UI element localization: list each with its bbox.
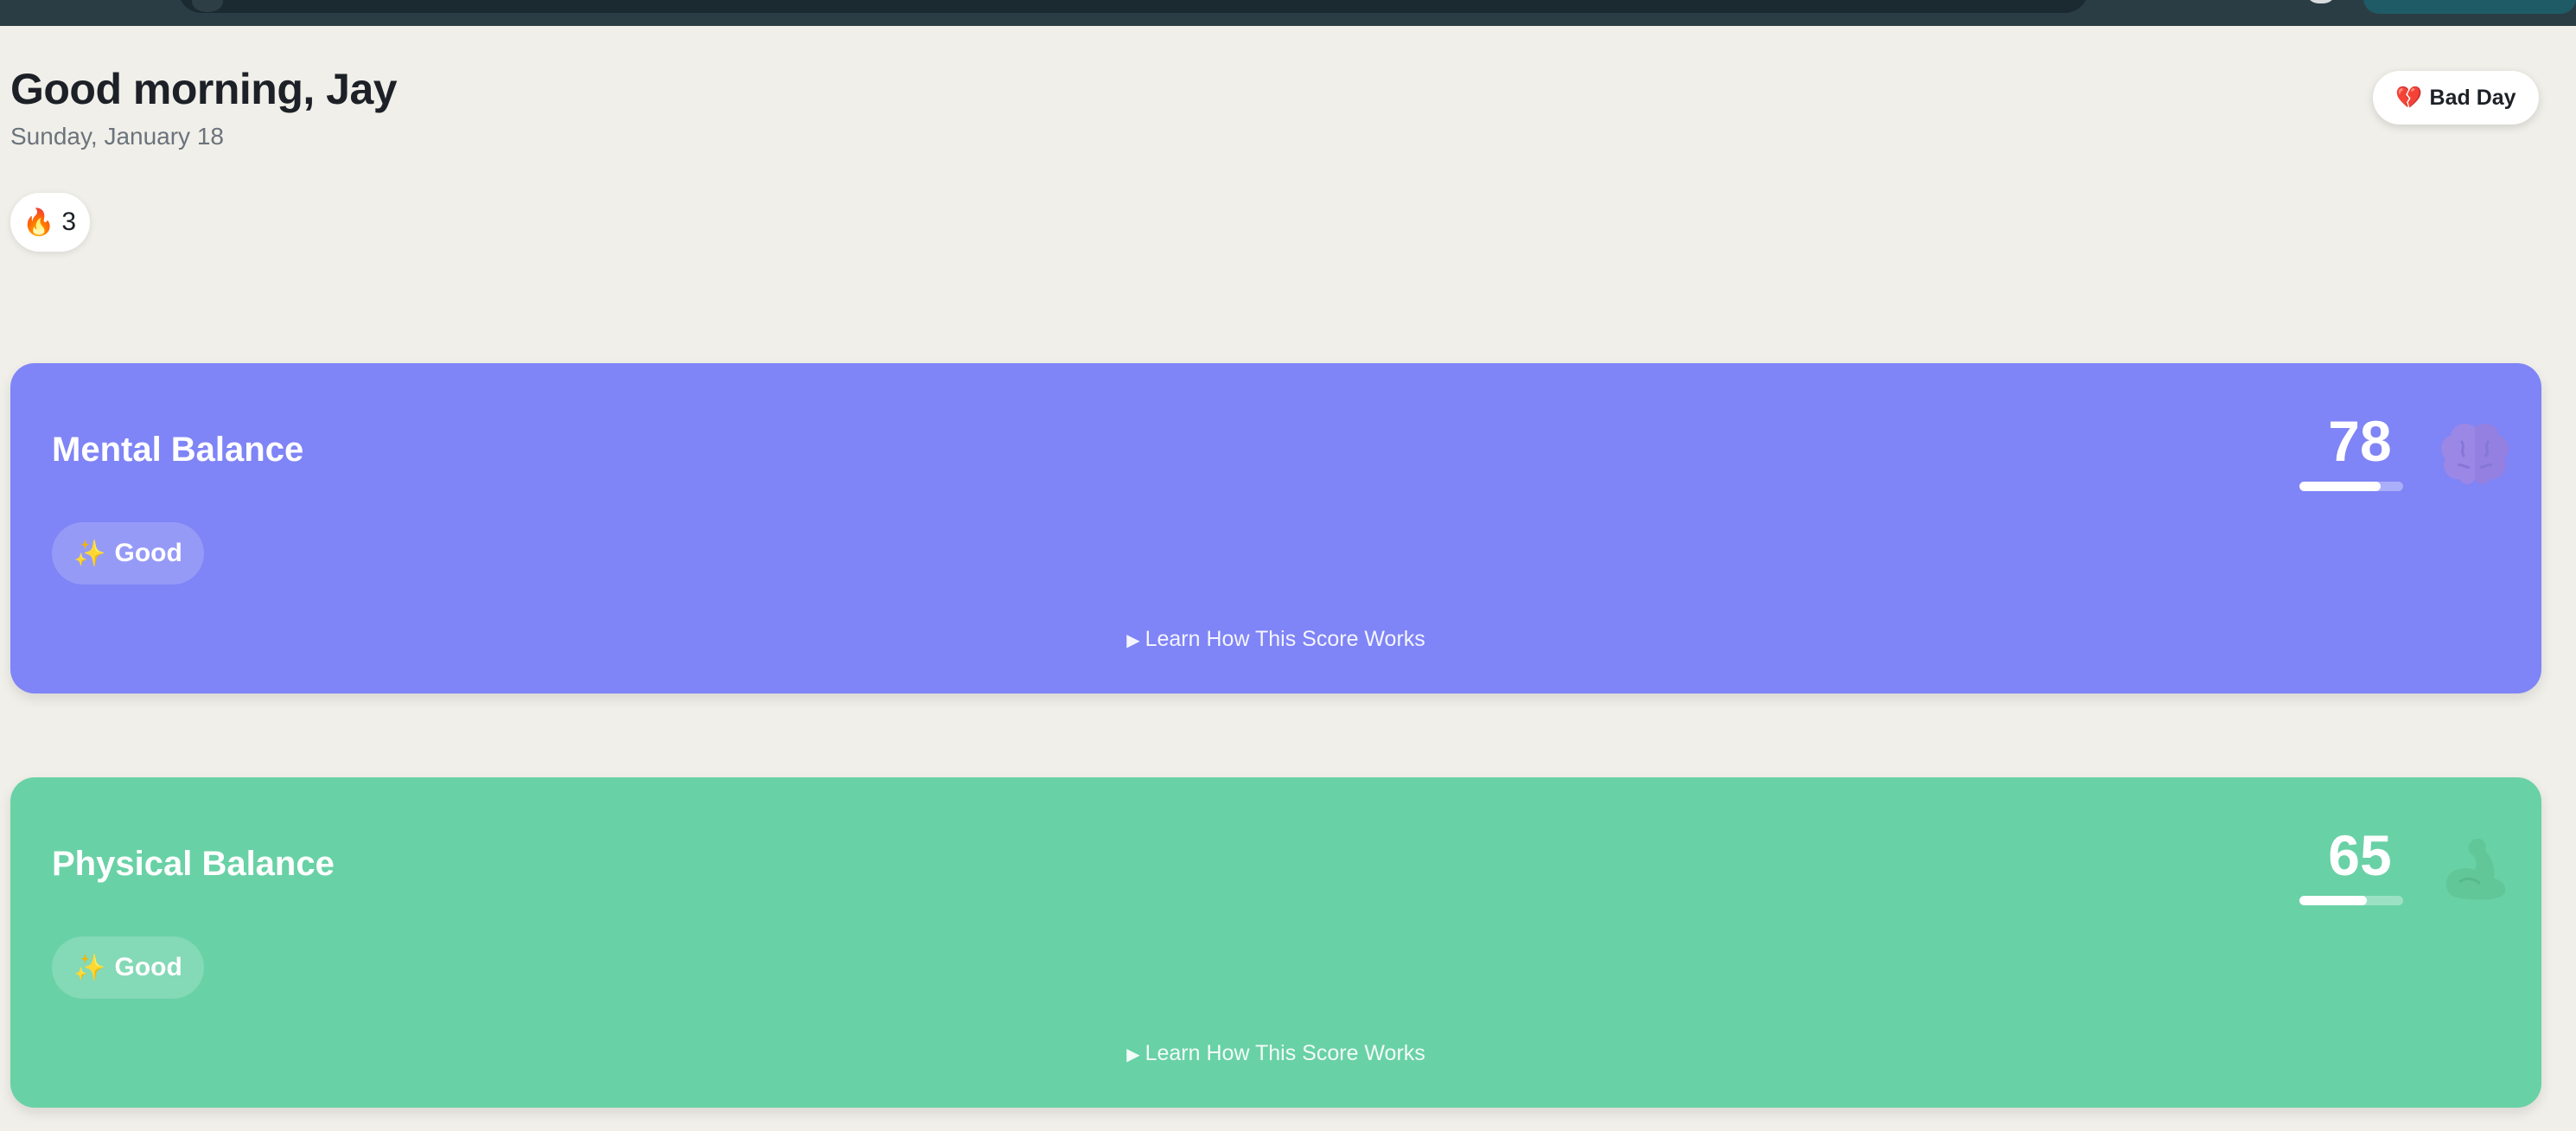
greeting-title: Good morning, Jay — [10, 65, 398, 113]
play-arrow-icon: ▶ — [1126, 631, 1140, 650]
streak-count: 3 — [61, 208, 77, 236]
physical-balance-card[interactable]: Physical Balance ✨ Good 65 ▶ Learn How Th… — [10, 777, 2541, 1108]
fire-icon: 🔥 — [22, 208, 55, 237]
broken-heart-icon: 💔 — [2395, 85, 2423, 110]
score-value: 65 — [2328, 823, 2392, 887]
rating-badge: ✨ Good — [52, 936, 204, 999]
score-value: 78 — [2328, 409, 2392, 473]
streak-badge[interactable]: 🔥 3 — [10, 193, 91, 252]
top-app-bar — [0, 0, 2576, 26]
rating-label: Good — [114, 953, 182, 981]
mental-balance-card[interactable]: Mental Balance ✨ Good 78 ▶ Learn How This… — [10, 363, 2541, 693]
learn-score-label: Learn How This Score Works — [1145, 627, 1425, 651]
bad-day-button[interactable]: 💔 Bad Day — [2373, 71, 2539, 125]
learn-score-toggle[interactable]: ▶ Learn How This Score Works — [10, 627, 2541, 652]
learn-score-label: Learn How This Score Works — [1145, 1041, 1425, 1065]
current-date: Sunday, January 18 — [10, 123, 224, 150]
brain-icon — [2436, 415, 2514, 493]
sparkles-icon: ✨ — [73, 953, 106, 982]
card-title: Physical Balance — [52, 845, 335, 883]
learn-score-toggle[interactable]: ▶ Learn How This Score Works — [10, 1041, 2541, 1066]
card-title: Mental Balance — [52, 431, 304, 469]
profile-avatar-icon[interactable] — [2306, 0, 2336, 3]
score-progress-fill — [2299, 482, 2381, 491]
score-progress-bar — [2299, 896, 2403, 905]
score-progress-bar — [2299, 482, 2403, 491]
rating-label: Good — [114, 539, 182, 567]
header-action-button[interactable] — [2363, 0, 2576, 14]
bad-day-label: Bad Day — [2429, 85, 2516, 110]
sparkles-icon: ✨ — [73, 539, 106, 568]
flexed-bicep-icon — [2436, 829, 2514, 907]
play-arrow-icon: ▶ — [1126, 1045, 1140, 1064]
rating-badge: ✨ Good — [52, 522, 204, 585]
search-bar[interactable] — [178, 0, 2088, 13]
score-progress-fill — [2299, 896, 2367, 905]
